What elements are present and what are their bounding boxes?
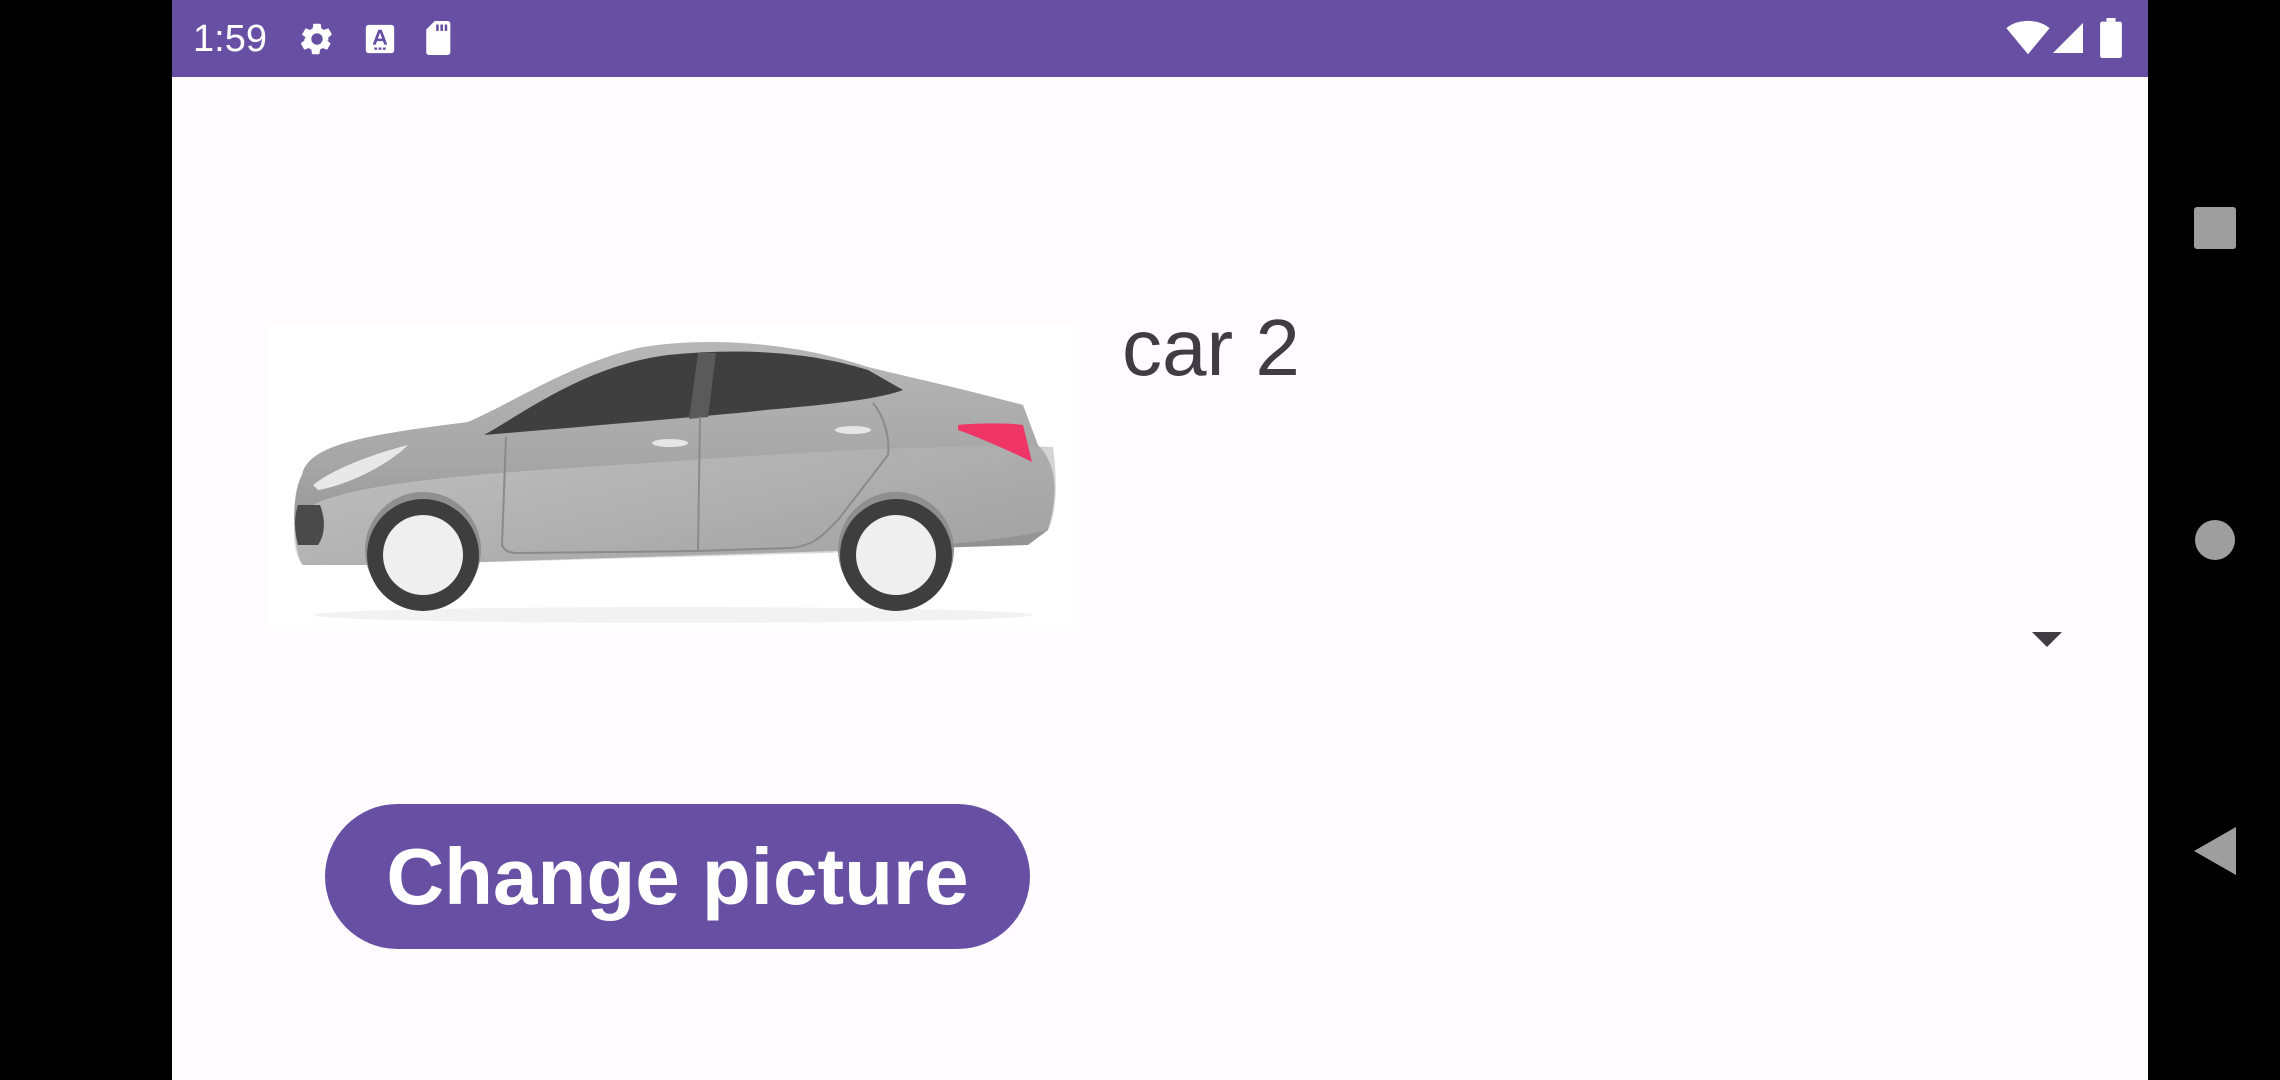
home-circle-icon[interactable] [2194, 519, 2236, 561]
text-a-icon [365, 24, 395, 54]
car-name-label: car 2 [1122, 303, 1300, 392]
status-bar: 1:59 [172, 0, 2148, 77]
cell-signal-icon [2053, 23, 2083, 53]
back-triangle-icon[interactable] [2194, 827, 2236, 875]
app-screen: 1:59 car 2 Change picture [172, 0, 2148, 1080]
gear-icon [300, 23, 332, 55]
change-picture-button[interactable]: Change picture [325, 804, 1030, 949]
car-image[interactable] [268, 325, 1078, 630]
sd-card-icon [426, 21, 451, 55]
wifi-icon [2006, 20, 2050, 55]
car-icon [293, 342, 1056, 623]
dropdown-arrow-icon[interactable] [2032, 632, 2062, 647]
battery-icon [2100, 18, 2122, 58]
status-time: 1:59 [193, 18, 267, 60]
car-selector-dropdown[interactable] [1122, 590, 2062, 690]
navigation-bar [2148, 0, 2280, 1080]
recents-square-icon[interactable] [2194, 207, 2236, 249]
